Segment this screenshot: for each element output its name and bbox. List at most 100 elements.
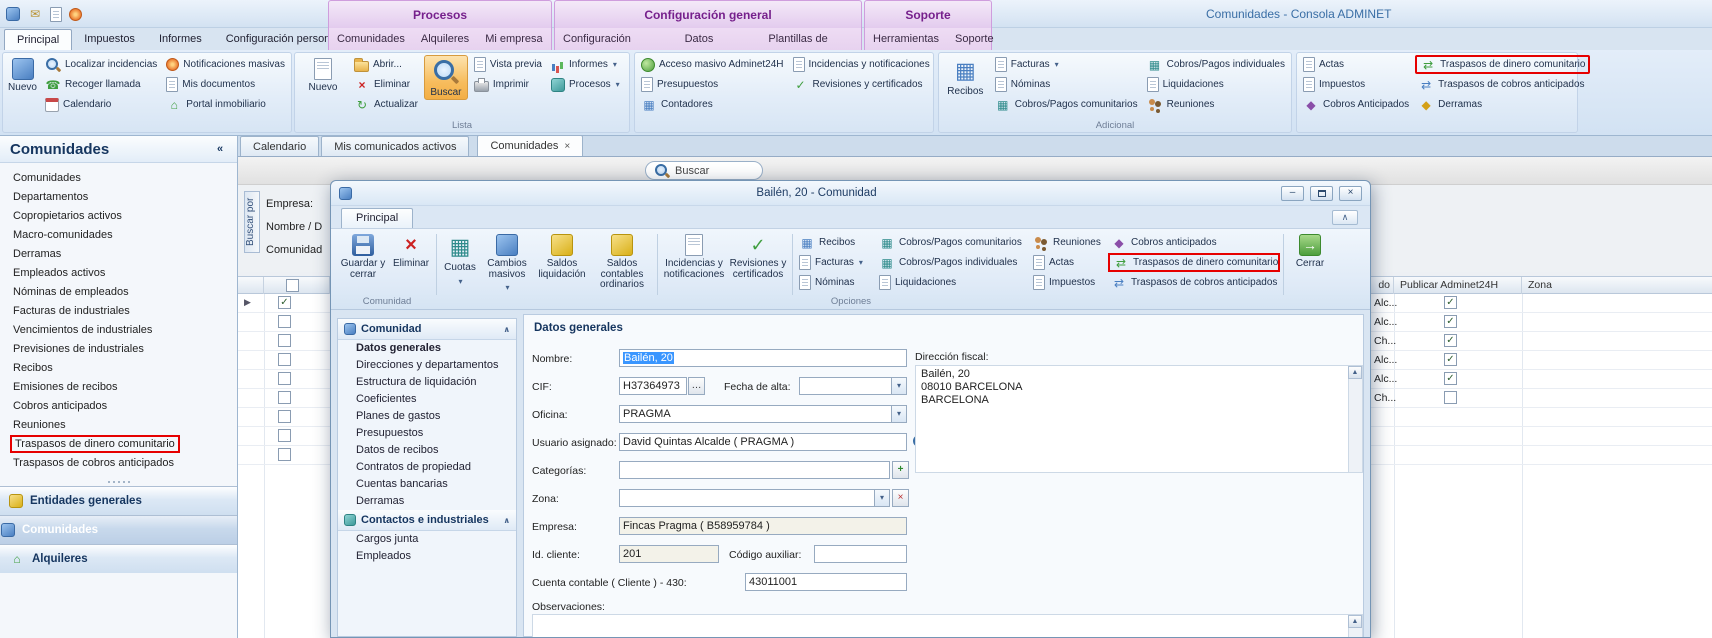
add-categoria-button[interactable]: + [892, 461, 909, 479]
ribbon-facturas-button[interactable]: Facturas ▾ [992, 55, 1141, 74]
ribbon-vista-previa-button[interactable]: Vista previa [471, 55, 545, 74]
tab-informes[interactable]: Informes [147, 29, 214, 50]
minimize-button[interactable]: – [1281, 186, 1304, 201]
ribbon-acceso-masivo-button[interactable]: Acceso masivo Adminet24H [638, 55, 787, 74]
sidebar-item-derramas[interactable]: Derramas [0, 245, 237, 264]
sidebar-item-vencimientos-de-industriales[interactable]: Vencimientos de industriales [0, 321, 237, 340]
ribbon-localizar-incidencias-button[interactable]: Localizar incidencias [42, 55, 160, 74]
sidebar-item-traspasos-de-dinero-comunitario[interactable]: Traspasos de dinero comunitario [0, 435, 237, 454]
tab-plantillas-de-texto[interactable]: Plantillas de texto [760, 29, 861, 50]
ribbon-contadores-button[interactable]: ▦ Contadores [638, 95, 787, 114]
row-checkbox[interactable] [278, 353, 291, 366]
ribbon-recoger-llamada-button[interactable]: ☎ Recoger llamada [42, 75, 160, 94]
nav-item-derramas[interactable]: Derramas [338, 493, 516, 510]
nav-item-datos-de-recibos[interactable]: Datos de recibos [338, 442, 516, 459]
categorias-field[interactable] [619, 461, 890, 479]
ribbon-traspasos-dinero-button[interactable]: ⇄ Traspasos de dinero comunitario [1415, 55, 1590, 74]
cuenta-contable-field[interactable] [745, 573, 907, 591]
tab-datos-basicos[interactable]: Datos básicos [677, 29, 761, 50]
sidebar-item-departamentos[interactable]: Departamentos [0, 188, 237, 207]
dialog-eliminar-button[interactable]: × Eliminar [389, 232, 433, 296]
ribbon-reuniones-button[interactable]: Reuniones [1144, 95, 1288, 114]
zona-field[interactable]: ▾ [619, 489, 890, 507]
row-checkbox[interactable] [278, 372, 291, 385]
publish-checkbox[interactable]: ✓ [1444, 372, 1457, 385]
publish-checkbox[interactable]: ✓ [1444, 315, 1457, 328]
nav-item-coeficientes[interactable]: Coeficientes [338, 391, 516, 408]
direccion-fiscal-memo[interactable]: Bailén, 20 08010 BARCELONA BARCELONA ▲ [915, 365, 1363, 473]
sidebar-item-empleados-activos[interactable]: Empleados activos [0, 264, 237, 283]
row-checkbox[interactable] [278, 315, 291, 328]
dialog-cobros-anticipados-button[interactable]: ◆ Cobros anticipados [1108, 233, 1280, 252]
accordion-contactos-e-industriales[interactable]: Contactos e industriales ∧ [338, 510, 516, 531]
dialog-title-bar[interactable]: Bailén, 20 - Comunidad – × [331, 181, 1370, 206]
sidebar-item-previsiones-de-industriales[interactable]: Previsiones de industriales [0, 340, 237, 359]
dialog-tab-principal[interactable]: Principal [341, 208, 413, 228]
tab-comunidades-documento[interactable]: Comunidades × [477, 135, 583, 156]
nav-item-cuentas-bancarias[interactable]: Cuentas bancarias [338, 476, 516, 493]
nav-item-contratos-de-propiedad[interactable]: Contratos de propiedad [338, 459, 516, 476]
ribbon-imprimir-button[interactable]: Imprimir [471, 75, 545, 94]
dialog-cuotas-button[interactable]: ▦ Cuotas ▾ [440, 232, 480, 296]
tab-impuestos[interactable]: Impuestos [72, 29, 147, 50]
scroll-up-icon[interactable]: ▲ [1348, 366, 1362, 379]
row-checkbox[interactable]: ✓ [278, 296, 291, 309]
nav-item-cargos-junta[interactable]: Cargos junta [338, 531, 516, 548]
ribbon-notificaciones-masivas-button[interactable]: Notificaciones masivas [163, 55, 288, 74]
row-checkbox[interactable] [278, 391, 291, 404]
tab-comunidades[interactable]: Comunidades [329, 29, 413, 50]
ribbon-cobros-pagos-comunitarios-button[interactable]: ▦ Cobros/Pagos comunitarios [992, 95, 1141, 114]
nav-item-planes-de-gastos[interactable]: Planes de gastos [338, 408, 516, 425]
nav-item-datos-generales[interactable]: Datos generales [338, 340, 516, 357]
publish-checkbox[interactable] [1444, 391, 1457, 404]
dialog-cambios-masivos-button[interactable]: Cambios masivos ▾ [480, 232, 534, 296]
dialog-cobros-pagos-comunitarios-button[interactable]: ▦ Cobros/Pagos comunitarios [876, 233, 1030, 252]
publish-checkbox[interactable]: ✓ [1444, 296, 1457, 309]
id-cliente-field[interactable]: 201 [619, 545, 719, 563]
publish-checkbox[interactable]: ✓ [1444, 334, 1457, 347]
ribbon-incidencias-button[interactable]: Incidencias y notificaciones [790, 55, 933, 74]
chevron-down-icon[interactable]: ▾ [874, 490, 889, 506]
close-tab-icon[interactable]: × [564, 141, 570, 152]
dialog-nominas-button[interactable]: Nóminas [796, 273, 876, 292]
tab-principal[interactable]: Principal [4, 29, 72, 50]
ribbon-recibos-button[interactable]: ▦ Recibos [942, 55, 989, 98]
row-checkbox[interactable] [278, 448, 291, 461]
ribbon-eliminar-button[interactable]: × Eliminar [351, 75, 421, 94]
ribbon-actas-button[interactable]: Actas [1300, 55, 1412, 74]
dialog-cerrar-button[interactable]: → Cerrar [1287, 232, 1333, 296]
ribbon-mis-documentos-button[interactable]: Mis documentos [163, 75, 288, 94]
nombre-field[interactable]: Bailén, 20 [619, 349, 907, 367]
dialog-revisiones-button[interactable]: ✓ Revisiones y certificados [727, 232, 789, 296]
dialog-traspasos-dinero-button[interactable]: ⇄ Traspasos de dinero comunitario [1108, 253, 1280, 272]
tab-soporte[interactable]: Soporte [947, 29, 1002, 50]
dialog-saldos-contables-button[interactable]: Saldos contables ordinarios [590, 232, 654, 296]
tab-calendario[interactable]: Calendario [240, 136, 319, 156]
ribbon-nuevo-button[interactable]: Nuevo [6, 55, 39, 94]
dialog-actas-button[interactable]: Actas [1030, 253, 1108, 272]
sidebar-item-macro-comunidades[interactable]: Macro-comunidades [0, 226, 237, 245]
tab-herramientas[interactable]: Herramientas [865, 29, 947, 50]
sidebar-item-reuniones[interactable]: Reuniones [0, 416, 237, 435]
sidebar-button-entidades-generales[interactable]: Entidades generales [0, 486, 237, 515]
ribbon-calendario-button[interactable]: Calendario [42, 95, 160, 114]
sidebar-button-alquileres[interactable]: ⌂ Alquileres [0, 544, 237, 573]
row-checkbox[interactable] [278, 334, 291, 347]
oficina-field[interactable]: PRAGMA ▾ [619, 405, 907, 423]
pane-splitter-handle[interactable] [0, 478, 237, 486]
ribbon-nuevo-lista-button[interactable]: Nuevo [298, 55, 348, 94]
sidebar-item-traspasos-de-cobros-anticipados[interactable]: Traspasos de cobros anticipados [0, 454, 237, 473]
ribbon-cobros-pagos-individuales-button[interactable]: ▦ Cobros/Pagos individuales [1144, 55, 1288, 74]
chevron-down-icon[interactable]: ▾ [891, 406, 906, 422]
document-edit-icon[interactable] [50, 7, 62, 22]
dialog-guardar-y-cerrar-button[interactable]: Guardar y cerrar [337, 232, 389, 296]
select-all-checkbox[interactable] [286, 279, 299, 292]
dialog-saldos-liquidacion-button[interactable]: Saldos liquidación [534, 232, 590, 296]
ribbon-portal-inmobiliario-button[interactable]: ⌂ Portal inmobiliario [163, 95, 288, 114]
search-box[interactable]: Buscar [645, 161, 763, 180]
scrollbar[interactable]: ▲ [1348, 366, 1362, 472]
ribbon-impuestos-button[interactable]: Impuestos [1300, 75, 1412, 94]
maximize-button[interactable] [1310, 186, 1333, 201]
app-icon[interactable] [6, 7, 20, 21]
row-checkbox[interactable] [278, 410, 291, 423]
